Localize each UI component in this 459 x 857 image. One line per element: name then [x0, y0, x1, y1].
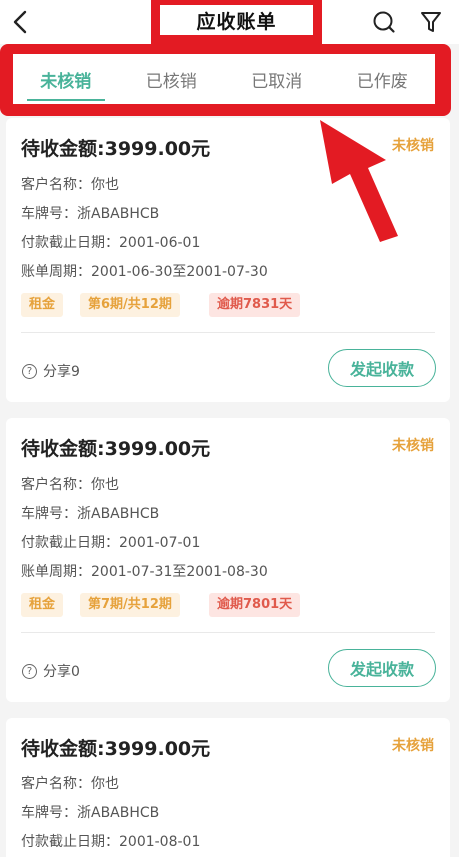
plate-number: 车牌号：浙ABABHCB: [21, 206, 160, 222]
tag-overdue: 逾期7801天: [209, 593, 301, 617]
plate-number: 车牌号：浙ABABHCB: [21, 805, 160, 821]
tab-cancelled[interactable]: 已取消: [224, 54, 330, 104]
top-bar: 应收账单: [0, 0, 459, 44]
due-date: 付款截止日期：2001-06-01: [21, 235, 201, 251]
divider: [21, 632, 435, 633]
amount-due: 待收金额:3999.00元: [21, 738, 211, 760]
question-icon: ?: [22, 363, 37, 379]
due-date: 付款截止日期：2001-08-01: [21, 834, 201, 850]
bill-card[interactable]: 待收金额:3999.00元 未核销 客户名称：你也 车牌号：浙ABABHCB 付…: [6, 718, 450, 857]
share-count[interactable]: ? 分享0: [22, 661, 80, 681]
tab-highlight: 未核销 已核销 已取消 已作废: [0, 44, 451, 116]
title-highlight: 应收账单: [151, 0, 322, 44]
bill-card[interactable]: 待收金额:3999.00元 未核销 客户名称：你也 车牌号：浙ABABHCB 付…: [6, 418, 450, 702]
tab-bar: 未核销 已核销 已取消 已作废: [13, 54, 435, 104]
tag-installment: 第7期/共12期: [80, 593, 180, 617]
initiate-collection-button[interactable]: 发起收款: [328, 649, 436, 687]
initiate-collection-button[interactable]: 发起收款: [328, 349, 436, 387]
share-label: 分享9: [43, 364, 80, 380]
tag-overdue: 逾期7831天: [209, 293, 301, 317]
question-icon: ?: [22, 663, 37, 679]
tab-unverified[interactable]: 未核销: [13, 54, 119, 104]
customer-name: 客户名称：你也: [21, 477, 119, 493]
annotation-arrow-icon: [320, 120, 398, 242]
chevron-left-icon[interactable]: [8, 6, 34, 38]
billing-period: 账单周期：2001-07-31至2001-08-30: [21, 564, 268, 580]
amount-due: 待收金额:3999.00元: [21, 438, 211, 460]
tab-verified[interactable]: 已核销: [119, 54, 225, 104]
billing-period: 账单周期：2001-06-30至2001-07-30: [21, 264, 268, 280]
share-count[interactable]: ? 分享9: [22, 361, 80, 381]
plate-number: 车牌号：浙ABABHCB: [21, 506, 160, 522]
tag-rent: 租金: [21, 593, 64, 617]
status-badge: 未核销: [392, 438, 434, 454]
amount-due: 待收金额:3999.00元: [21, 138, 211, 160]
tag-rent: 租金: [21, 293, 64, 317]
status-badge: 未核销: [392, 738, 434, 754]
share-label: 分享0: [43, 664, 80, 680]
tab-voided[interactable]: 已作废: [330, 54, 436, 104]
customer-name: 客户名称：你也: [21, 776, 119, 792]
search-icon[interactable]: [370, 8, 398, 36]
page-title: 应收账单: [160, 5, 313, 35]
filter-icon[interactable]: [418, 8, 444, 36]
divider: [21, 332, 435, 333]
tag-installment: 第6期/共12期: [80, 293, 180, 317]
customer-name: 客户名称：你也: [21, 177, 119, 193]
due-date: 付款截止日期：2001-07-01: [21, 535, 201, 551]
